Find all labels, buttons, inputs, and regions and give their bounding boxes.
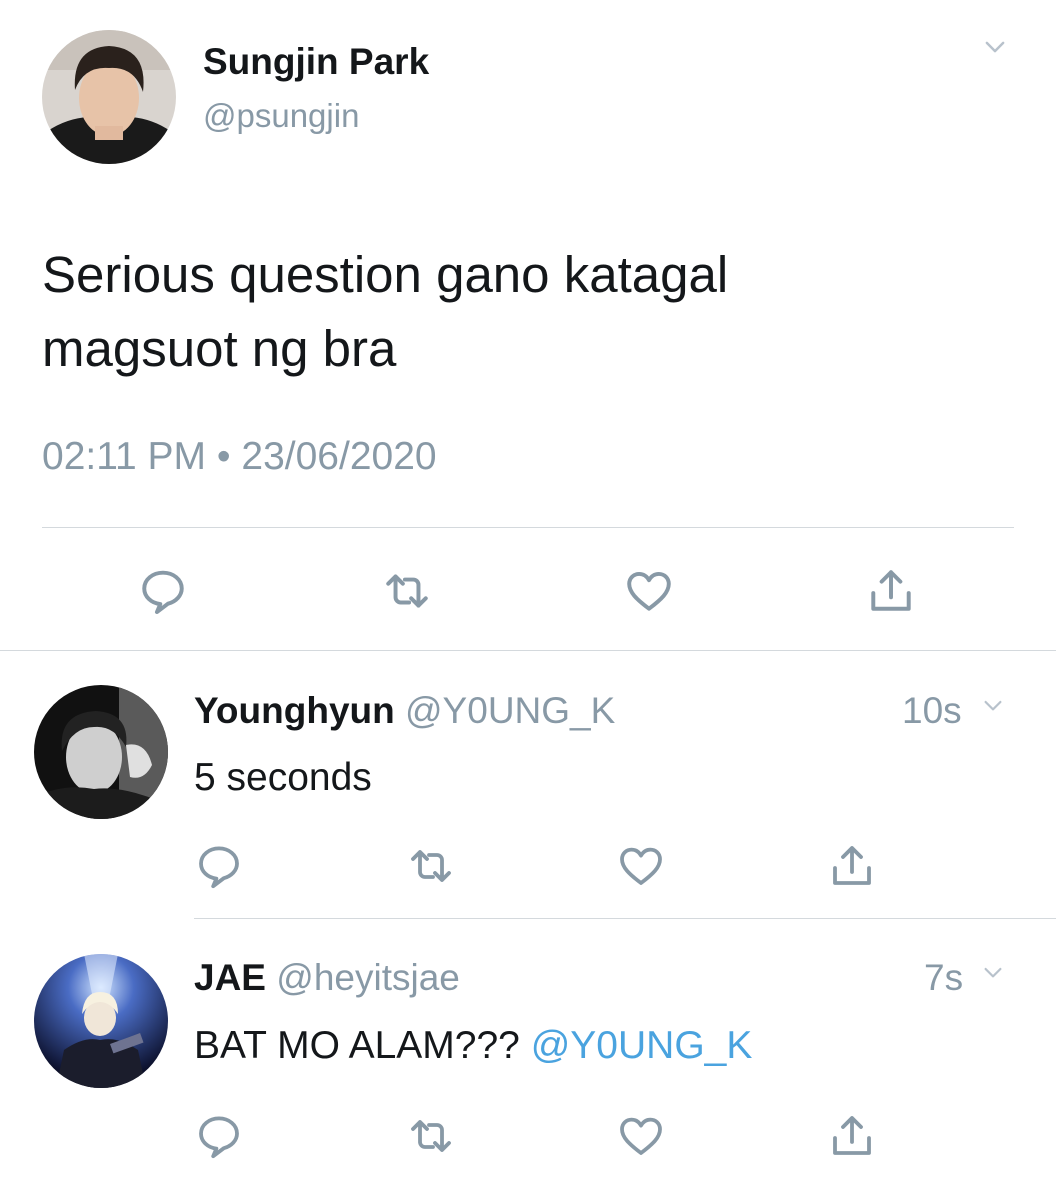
chevron-down-icon[interactable] [974,965,1012,993]
author-name[interactable]: JAE [194,957,266,998]
retweet-icon[interactable] [407,1112,455,1160]
reply-icon[interactable] [195,842,243,890]
separator: • [216,435,231,478]
timestamp: 02:11 PM • 23/06/2020 [42,433,437,481]
divider [194,918,1056,919]
tweet-text-line-2: magsuot ng bra [42,320,397,377]
author-handle[interactable]: @Y0UNG_K [405,690,615,731]
author-handle[interactable]: @psungjin [203,96,359,136]
mention-link[interactable]: @Y0UNG_K [531,1024,753,1067]
share-icon[interactable] [828,842,876,890]
tweet-text-line-1: Serious question gano katagal [42,246,729,303]
reply-text-body: BAT MO ALAM??? [194,1024,531,1067]
chevron-down-icon[interactable] [974,698,1012,726]
avatar[interactable] [34,685,168,819]
retweet-icon[interactable] [382,566,432,616]
author-name[interactable]: Sungjin Park [203,40,429,84]
like-icon[interactable] [617,1112,665,1160]
divider [0,650,1056,651]
share-icon[interactable] [828,1112,876,1160]
reply-icon[interactable] [195,1112,243,1160]
reply-text: BAT MO ALAM??? @Y0UNG_K [194,1022,752,1070]
tweet-date: 23/06/2020 [241,435,437,478]
author-name[interactable]: Younghyun [194,690,395,731]
tweet-time: 02:11 PM [42,435,207,478]
avatar[interactable] [42,30,176,164]
reply-age: 7s [924,957,964,998]
like-icon[interactable] [617,842,665,890]
divider [42,527,1014,528]
avatar[interactable] [34,954,168,1088]
reply-header: Younghyun @Y0UNG_K [194,688,615,734]
reply-header: JAE @heyitsjae [194,955,460,1001]
retweet-icon[interactable] [407,842,455,890]
reply-age: 10s [902,690,962,731]
author-handle[interactable]: @heyitsjae [276,957,460,998]
share-icon[interactable] [866,566,916,616]
reply-icon[interactable] [138,566,188,616]
chevron-down-icon[interactable] [974,36,1016,72]
like-icon[interactable] [624,566,674,616]
reply-text: 5 seconds [194,756,372,799]
